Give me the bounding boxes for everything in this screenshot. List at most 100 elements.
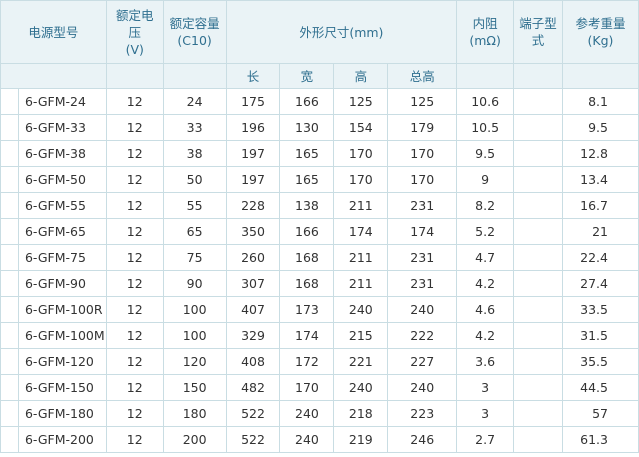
cell-resistance: 4.6 — [456, 296, 515, 323]
cell-weight: 8.1 — [561, 88, 639, 115]
cell-terminal — [513, 400, 563, 427]
cell-height: 221 — [333, 348, 389, 375]
cell-height: 218 — [333, 400, 389, 427]
row-stub — [0, 270, 19, 297]
cell-total-height: 231 — [387, 192, 458, 219]
cell-capacity: 120 — [162, 348, 227, 375]
cell-length: 197 — [225, 166, 281, 193]
row-stub — [0, 348, 19, 375]
cell-height: 211 — [333, 244, 389, 271]
cell-resistance: 4.7 — [456, 244, 515, 271]
cell-model: 6-GFM-200 — [17, 426, 107, 453]
table-body: 6-GFM-24 12 24 175 166 125 125 10.6 8.1 6-GFM-33 1… — [0, 88, 639, 453]
cell-width: 165 — [279, 140, 335, 167]
cell-capacity: 150 — [162, 374, 227, 401]
row-stub — [0, 400, 19, 427]
cell-terminal — [513, 192, 563, 219]
cell-voltage: 12 — [105, 140, 164, 167]
cell-voltage: 12 — [105, 374, 164, 401]
table-row: 6-GFM-33 12 33 196 130 154 179 10.5 9.5 — [0, 114, 639, 141]
cell-weight: 33.5 — [561, 296, 639, 323]
row-stub — [0, 218, 19, 245]
subheader-empty — [456, 63, 515, 89]
cell-capacity: 38 — [162, 140, 227, 167]
cell-voltage: 12 — [105, 166, 164, 193]
header-row-sub: 长 宽 高 总高 — [0, 63, 639, 89]
header-weight: 参考重量 (Kg) — [561, 0, 639, 64]
cell-total-height: 170 — [387, 140, 458, 167]
cell-total-height: 222 — [387, 322, 458, 349]
cell-weight: 22.4 — [561, 244, 639, 271]
subheader-empty — [513, 63, 563, 89]
cell-weight: 9.5 — [561, 114, 639, 141]
cell-length: 260 — [225, 244, 281, 271]
cell-terminal — [513, 426, 563, 453]
cell-capacity: 90 — [162, 270, 227, 297]
cell-model: 6-GFM-180 — [17, 400, 107, 427]
cell-width: 166 — [279, 218, 335, 245]
cell-voltage: 12 — [105, 348, 164, 375]
cell-capacity: 50 — [162, 166, 227, 193]
cell-voltage: 12 — [105, 114, 164, 141]
row-stub — [0, 88, 19, 115]
cell-length: 329 — [225, 322, 281, 349]
row-stub — [0, 244, 19, 271]
cell-capacity: 100 — [162, 296, 227, 323]
table-row: 6-GFM-38 12 38 197 165 170 170 9.5 12.8 — [0, 140, 639, 167]
cell-height: 174 — [333, 218, 389, 245]
subheader-total-height: 总高 — [387, 63, 458, 89]
table-row: 6-GFM-120 12 120 408 172 221 227 3.6 35.5 — [0, 348, 639, 375]
cell-voltage: 12 — [105, 296, 164, 323]
cell-total-height: 227 — [387, 348, 458, 375]
header-dimensions: 外形尺寸(mm) — [225, 0, 458, 64]
cell-terminal — [513, 166, 563, 193]
row-stub — [0, 374, 19, 401]
cell-model: 6-GFM-65 — [17, 218, 107, 245]
cell-terminal — [513, 374, 563, 401]
cell-width: 170 — [279, 374, 335, 401]
table-row: 6-GFM-100R 12 100 407 173 240 240 4.6 33.5 — [0, 296, 639, 323]
cell-resistance: 5.2 — [456, 218, 515, 245]
header-capacity: 额定容量 (C10) — [162, 0, 227, 64]
cell-resistance: 3.6 — [456, 348, 515, 375]
cell-capacity: 24 — [162, 88, 227, 115]
table-row: 6-GFM-100M 12 100 329 174 215 222 4.2 31.5 — [0, 322, 639, 349]
cell-height: 211 — [333, 270, 389, 297]
cell-total-height: 240 — [387, 374, 458, 401]
cell-voltage: 12 — [105, 426, 164, 453]
subheader-width: 宽 — [279, 63, 335, 89]
cell-voltage: 12 — [105, 400, 164, 427]
cell-length: 350 — [225, 218, 281, 245]
cell-resistance: 10.5 — [456, 114, 515, 141]
cell-width: 240 — [279, 400, 335, 427]
cell-length: 196 — [225, 114, 281, 141]
table-row: 6-GFM-180 12 180 522 240 218 223 3 57 — [0, 400, 639, 427]
cell-height: 215 — [333, 322, 389, 349]
table-row: 6-GFM-200 12 200 522 240 219 246 2.7 61.3 — [0, 426, 639, 453]
cell-model: 6-GFM-150 — [17, 374, 107, 401]
cell-width: 168 — [279, 270, 335, 297]
row-stub — [0, 192, 19, 219]
row-stub — [0, 114, 19, 141]
cell-total-height: 231 — [387, 244, 458, 271]
spec-table-container: 电源型号 额定电压 (V) 额定容量 (C10) 外形尺寸(mm) 内阻 (mΩ) 端… — [0, 0, 639, 457]
cell-resistance: 4.2 — [456, 270, 515, 297]
cell-capacity: 33 — [162, 114, 227, 141]
cell-height: 125 — [333, 88, 389, 115]
cell-resistance: 9 — [456, 166, 515, 193]
cell-total-height: 223 — [387, 400, 458, 427]
cell-width: 130 — [279, 114, 335, 141]
cell-length: 197 — [225, 140, 281, 167]
cell-length: 407 — [225, 296, 281, 323]
cell-voltage: 12 — [105, 244, 164, 271]
cell-terminal — [513, 218, 563, 245]
cell-width: 172 — [279, 348, 335, 375]
table-row: 6-GFM-50 12 50 197 165 170 170 9 13.4 — [0, 166, 639, 193]
cell-total-height: 174 — [387, 218, 458, 245]
cell-width: 138 — [279, 192, 335, 219]
row-stub — [0, 296, 19, 323]
cell-length: 482 — [225, 374, 281, 401]
cell-total-height: 240 — [387, 296, 458, 323]
cell-length: 408 — [225, 348, 281, 375]
cell-height: 240 — [333, 296, 389, 323]
